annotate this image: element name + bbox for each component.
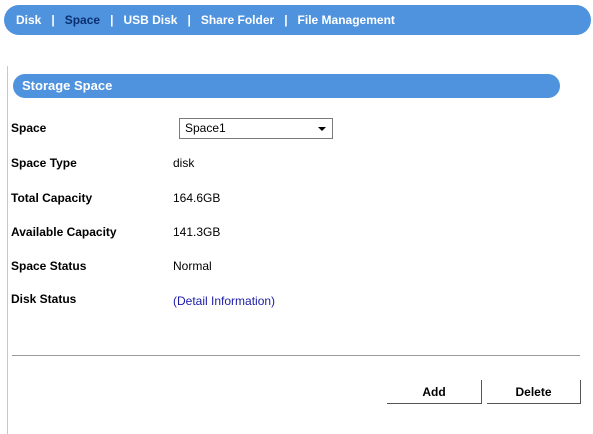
space-label: Space [11,121,47,135]
nav-separator: | [51,13,55,27]
nav-tab-usb-disk[interactable]: USB Disk [123,13,177,27]
disk-status-label: Disk Status [11,292,77,306]
space-type-label: Space Type [11,156,77,170]
available-capacity-label: Available Capacity [11,225,117,239]
nav-tab-disk[interactable]: Disk [16,13,41,27]
nav-separator: | [284,13,288,27]
nav-separator: | [110,13,114,27]
nav-tab-share-folder[interactable]: Share Folder [201,13,274,27]
nav-tab-file-management[interactable]: File Management [298,13,395,27]
space-status-label: Space Status [11,259,87,273]
panel-title: Storage Space [13,74,560,98]
space-type-value: disk [173,156,195,170]
detail-information-link[interactable]: (Detail Information) [173,291,275,311]
space-select-value: Space1 [185,121,226,135]
delete-button[interactable]: Delete [487,380,581,404]
nav-separator: | [187,13,191,27]
add-button[interactable]: Add [387,380,482,404]
space-select[interactable]: Space1 [179,118,333,139]
total-capacity-label: Total Capacity [11,191,93,205]
top-nav-bar: Disk | Space | USB Disk | Share Folder |… [4,5,591,35]
space-status-value: Normal [173,259,212,273]
chevron-down-icon [318,127,326,131]
section-divider [12,355,580,356]
nav-tab-space[interactable]: Space [65,13,100,27]
available-capacity-value: 141.3GB [173,225,221,239]
total-capacity-value: 164.6GB [173,191,221,205]
